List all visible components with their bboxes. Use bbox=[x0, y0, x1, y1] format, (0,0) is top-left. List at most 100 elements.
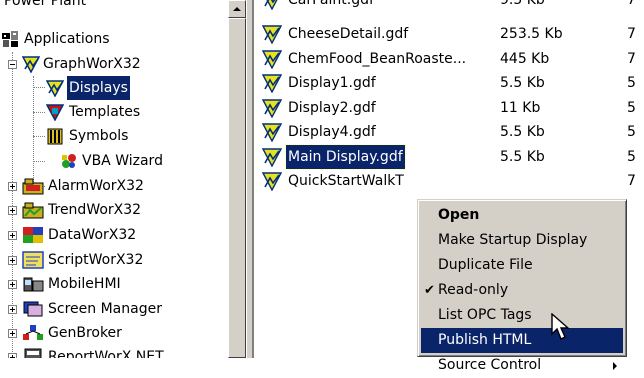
gdf-file-icon bbox=[262, 74, 282, 93]
file-size: 11 Kb bbox=[500, 99, 541, 116]
expand-icon[interactable] bbox=[8, 206, 17, 215]
tree-item-dataworx32[interactable]: DataWorX32 bbox=[0, 223, 228, 247]
menu-item-open[interactable]: Open bbox=[421, 203, 623, 228]
tree-item-root[interactable]: Power Plant bbox=[0, 0, 228, 13]
dataworx-icon bbox=[23, 227, 43, 243]
file-row[interactable]: QuickStartWalkT 7 bbox=[254, 169, 644, 193]
tree-item-label: GenBroker bbox=[48, 325, 122, 341]
file-size: 445 Kb bbox=[500, 50, 550, 67]
submenu-arrow-icon bbox=[613, 362, 617, 370]
tree-item-label: AlarmWorX32 bbox=[48, 178, 144, 194]
tree-scrollbar[interactable] bbox=[228, 0, 246, 358]
file-date: 5 bbox=[627, 124, 636, 140]
mobilehmi-icon bbox=[23, 277, 44, 292]
tree-item-displays[interactable]: Displays bbox=[0, 76, 228, 100]
menu-item-duplicate-file[interactable]: Duplicate File bbox=[421, 253, 623, 278]
tree-item-label: MobileHMI bbox=[48, 276, 121, 292]
tree-item-label: TrendWorX32 bbox=[48, 202, 142, 218]
alarmworx-icon bbox=[22, 178, 44, 195]
file-name: Display1.gdf bbox=[288, 75, 376, 91]
checkmark-icon: ✔ bbox=[424, 283, 435, 298]
tree-item-label: Symbols bbox=[69, 128, 129, 144]
expand-icon[interactable] bbox=[8, 256, 17, 265]
applications-icon bbox=[2, 31, 18, 47]
file-row[interactable]: CarPaint.gdf 9.5 Kb 7 bbox=[254, 0, 644, 12]
trendworx-icon bbox=[22, 202, 44, 219]
tree-item-graphworx32[interactable]: GraphWorX32 bbox=[0, 52, 228, 76]
menu-item-label: Duplicate File bbox=[438, 257, 533, 273]
file-size: 5.5 Kb bbox=[500, 124, 545, 140]
expand-icon[interactable] bbox=[8, 305, 17, 314]
tree-item-label: Screen Manager bbox=[48, 301, 162, 317]
file-row[interactable]: Display4.gdf 5.5 Kb 5 bbox=[254, 120, 644, 144]
expand-icon[interactable] bbox=[8, 353, 17, 358]
gdf-file-icon bbox=[262, 147, 282, 167]
tree-item-label: GraphWorX32 bbox=[43, 56, 141, 72]
file-date: 5 bbox=[627, 99, 636, 116]
scroll-thumb[interactable] bbox=[228, 18, 246, 358]
file-name: CheeseDetail.gdf bbox=[288, 26, 409, 42]
file-date: 7 bbox=[627, 0, 636, 8]
file-row[interactable]: Display2.gdf 11 Kb 5 bbox=[254, 96, 644, 120]
context-menu[interactable]: Open Make Startup Display Duplicate File… bbox=[417, 199, 627, 373]
file-name: CarPaint.gdf bbox=[288, 0, 374, 8]
file-name: ChemFood_BeanRoaste... bbox=[288, 50, 467, 67]
mouse-cursor-icon bbox=[551, 313, 570, 340]
file-row[interactable]: Main Display.gdf 5.5 Kb 5 bbox=[254, 143, 644, 170]
file-size: 9.5 Kb bbox=[500, 0, 545, 8]
menu-item-label: Open bbox=[438, 207, 480, 223]
menu-item-label: Source Control bbox=[438, 357, 542, 373]
templates-icon bbox=[46, 104, 64, 121]
expand-icon[interactable] bbox=[8, 329, 17, 338]
collapse-icon[interactable] bbox=[8, 60, 17, 69]
pane-splitter[interactable] bbox=[246, 0, 254, 358]
vba-wizard-icon bbox=[62, 154, 76, 168]
tree-item-screen-manager[interactable]: Screen Manager bbox=[0, 297, 228, 321]
gdf-file-icon bbox=[264, 0, 278, 10]
expand-icon[interactable] bbox=[8, 280, 17, 289]
folder-tree[interactable]: Power Plant Applications GraphWorX32 Dis… bbox=[0, 0, 228, 358]
tree-item-symbols[interactable]: Symbols bbox=[0, 124, 228, 148]
scroll-up-arrow-icon[interactable] bbox=[228, 0, 246, 18]
expand-icon[interactable] bbox=[8, 182, 17, 191]
menu-item-publish-html[interactable]: Publish HTML bbox=[421, 328, 623, 353]
file-date: 5 bbox=[627, 148, 636, 165]
tree-item-scriptworx32[interactable]: ScriptWorX32 bbox=[0, 248, 228, 272]
expand-icon[interactable] bbox=[8, 231, 17, 240]
tree-item-label: Templates bbox=[69, 104, 141, 120]
tree-item-genbroker[interactable]: GenBroker bbox=[0, 321, 228, 345]
tree-item-mobilehmi[interactable]: MobileHMI bbox=[0, 272, 228, 296]
file-date: 7 bbox=[627, 26, 636, 42]
displays-folder-icon bbox=[46, 80, 64, 97]
tree-item-trendworx32[interactable]: TrendWorX32 bbox=[0, 198, 228, 222]
tree-item-label: DataWorX32 bbox=[48, 227, 137, 243]
file-date: 7 bbox=[627, 173, 636, 189]
tree-item-label: ScriptWorX32 bbox=[48, 252, 144, 268]
menu-item-list-opc-tags[interactable]: List OPC Tags bbox=[421, 303, 623, 328]
gdf-file-icon bbox=[262, 25, 282, 44]
symbols-icon bbox=[47, 128, 63, 145]
menu-item-make-startup-display[interactable]: Make Startup Display bbox=[421, 228, 623, 253]
gdf-file-icon bbox=[262, 123, 282, 142]
tree-item-label: Power Plant bbox=[4, 0, 87, 9]
gdf-file-icon bbox=[262, 98, 282, 118]
file-row[interactable]: Display1.gdf 5.5 Kb 5 bbox=[254, 71, 644, 95]
tree-item-templates[interactable]: Templates bbox=[0, 100, 228, 124]
tree-item-vba-wizard[interactable]: VBA Wizard bbox=[0, 149, 228, 173]
file-size: 5.5 Kb bbox=[500, 75, 545, 91]
menu-item-source-control[interactable]: Source Control bbox=[421, 353, 623, 373]
file-name: Main Display.gdf bbox=[285, 143, 406, 170]
tree-item-alarmworx32[interactable]: AlarmWorX32 bbox=[0, 174, 228, 198]
tree-item-label: Applications bbox=[24, 31, 110, 47]
graphworx-icon bbox=[22, 56, 40, 73]
tree-item-applications[interactable]: Applications bbox=[0, 27, 228, 51]
tree-item-label: Displays bbox=[67, 76, 130, 100]
file-row[interactable]: ChemFood_BeanRoaste... 445 Kb 7 bbox=[254, 47, 644, 71]
menu-item-read-only[interactable]: ✔ Read-only bbox=[421, 278, 623, 303]
tree-item-reportworx[interactable]: ReportWorX.NET bbox=[0, 345, 228, 358]
scriptworx-icon bbox=[22, 251, 44, 269]
file-size: 253.5 Kb bbox=[500, 26, 563, 42]
file-name: Display2.gdf bbox=[288, 99, 376, 116]
file-row[interactable]: CheeseDetail.gdf 253.5 Kb 7 bbox=[254, 22, 644, 46]
tree-item-label: ReportWorX.NET bbox=[48, 349, 164, 358]
